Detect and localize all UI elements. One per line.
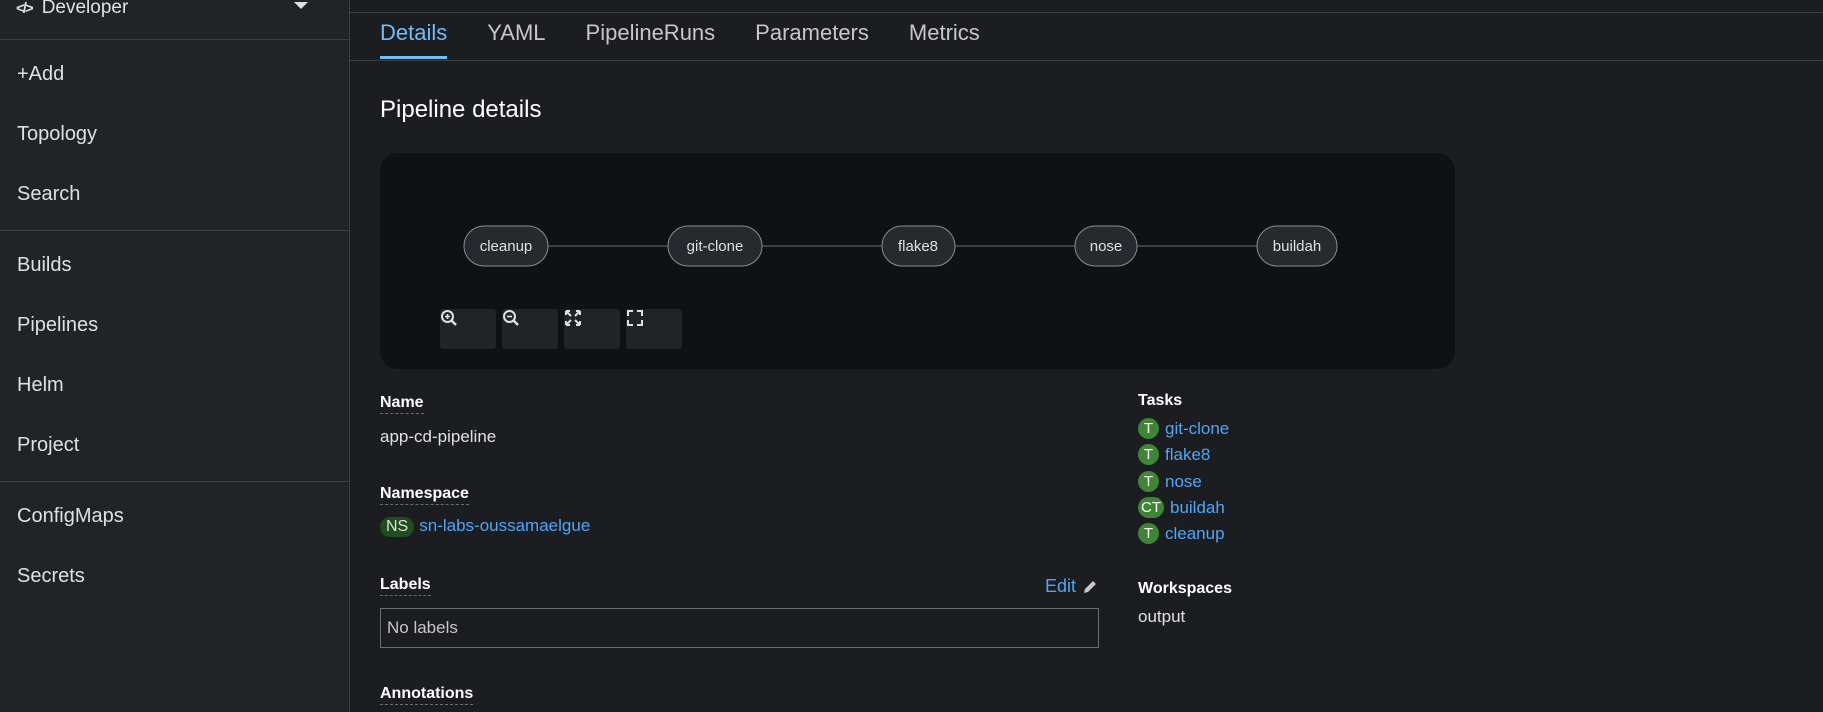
labels-label: Labels [380, 576, 431, 596]
name-label: Name [380, 394, 424, 414]
task-item: Tnose [1138, 471, 1202, 492]
task-item: Tcleanup [1138, 523, 1225, 544]
zoom-out-button[interactable] [502, 309, 558, 349]
name-value: app-cd-pipeline [380, 427, 497, 446]
reset-view-button[interactable] [626, 309, 682, 349]
svg-text:nose: nose [1090, 238, 1123, 255]
tab-details[interactable]: Details [380, 18, 448, 59]
tab-pipelineruns[interactable]: PipelineRuns [586, 18, 716, 59]
task-badge: T [1138, 523, 1159, 544]
perspective-label: Developer [41, 0, 129, 18]
page-title: Pipeline details [380, 96, 542, 123]
task-badge: T [1138, 418, 1159, 439]
labels-value: No labels [387, 618, 458, 637]
workspaces-label: Workspaces [1138, 580, 1232, 597]
fit-to-screen-icon [565, 310, 581, 326]
sidebar-item-helm[interactable]: Helm [17, 373, 64, 397]
pencil-icon [1084, 580, 1097, 593]
svg-text:flake8: flake8 [898, 238, 938, 255]
task-badge: T [1138, 444, 1159, 465]
zoom-out-icon [503, 310, 519, 326]
task-link-buildah[interactable]: buildah [1170, 498, 1225, 518]
task-item: Tgit-clone [1138, 418, 1229, 439]
zoom-in-button[interactable] [440, 309, 496, 349]
caret-down-icon [294, 2, 308, 9]
task-badge: CT [1138, 497, 1164, 518]
task-link-cleanup[interactable]: cleanup [1165, 524, 1225, 544]
task-item: Tflake8 [1138, 444, 1210, 465]
fit-to-screen-button[interactable] [564, 309, 620, 349]
sidebar-item-configmaps[interactable]: ConfigMaps [17, 504, 124, 528]
sidebar-divider [0, 230, 349, 231]
svg-text:cleanup: cleanup [480, 238, 533, 255]
namespace-badge: NS [380, 517, 415, 537]
labels-edit-button[interactable]: Edit [1045, 576, 1098, 597]
edit-label: Edit [1045, 576, 1077, 596]
sidebar-item-secrets[interactable]: Secrets [17, 564, 85, 588]
expand-icon [627, 310, 643, 326]
header-strip [350, 0, 1823, 13]
task-link-git-clone[interactable]: git-clone [1165, 419, 1229, 439]
pipeline-node-git-clone[interactable]: git-clone [667, 225, 763, 267]
sidebar-item-project[interactable]: Project [17, 433, 79, 457]
labels-box: No labels [380, 608, 1099, 648]
task-badge: T [1138, 471, 1159, 492]
namespace-label: Namespace [380, 485, 469, 505]
tab-metrics[interactable]: Metrics [909, 18, 980, 59]
tab-divider [350, 60, 1823, 61]
task-link-nose[interactable]: nose [1165, 472, 1202, 492]
sidebar-divider [0, 481, 349, 482]
pipeline-node-buildah[interactable]: buildah [1256, 225, 1338, 267]
sidebar-item-add[interactable]: +Add [17, 62, 64, 86]
task-link-flake8[interactable]: flake8 [1165, 445, 1210, 465]
tab-bar: Details YAML PipelineRuns Parameters Met… [380, 18, 1020, 60]
sidebar-item-builds[interactable]: Builds [17, 253, 71, 277]
tasks-label: Tasks [1138, 392, 1183, 409]
sidebar-item-pipelines[interactable]: Pipelines [17, 313, 98, 337]
tab-parameters[interactable]: Parameters [755, 18, 869, 59]
zoom-in-icon [441, 310, 457, 326]
svg-text:git-clone: git-clone [687, 238, 744, 255]
namespace-link[interactable]: sn-labs-oussamaelgue [419, 516, 590, 535]
pipeline-node-flake8[interactable]: flake8 [881, 225, 956, 267]
workspaces-value: output [1138, 607, 1186, 626]
perspective-switcher[interactable]: </> Developer [16, 0, 316, 22]
sidebar-divider [0, 39, 349, 40]
main-content: Details YAML PipelineRuns Parameters Met… [350, 0, 1823, 712]
pipeline-node-cleanup[interactable]: cleanup [463, 225, 549, 267]
namespace-value: NS sn-labs-oussamaelgue [380, 516, 590, 537]
sidebar-item-topology[interactable]: Topology [17, 122, 97, 146]
pipeline-node-nose[interactable]: nose [1074, 225, 1138, 267]
sidebar-item-search[interactable]: Search [17, 182, 80, 206]
pipeline-visualization: cleanup git-clone flake8 nose buildah [380, 153, 1455, 369]
sidebar: </> Developer +Add Topology Search Build… [0, 0, 350, 712]
svg-text:buildah: buildah [1273, 238, 1321, 255]
tab-yaml[interactable]: YAML [487, 18, 545, 59]
task-item: CT buildah [1138, 497, 1225, 518]
code-icon: </> [16, 0, 34, 17]
annotations-label: Annotations [380, 685, 474, 705]
